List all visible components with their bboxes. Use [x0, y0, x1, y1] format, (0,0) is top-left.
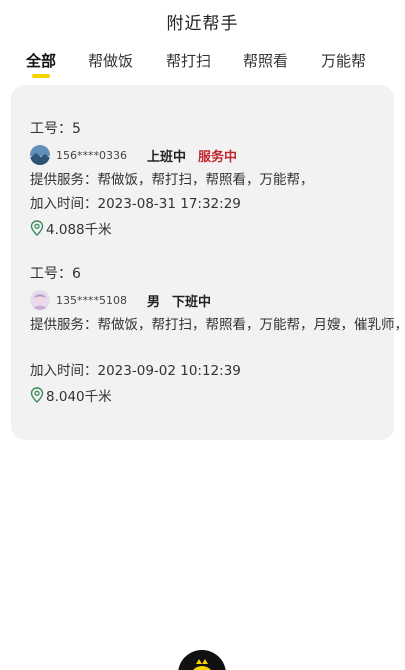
distance-row: 4.088千米: [30, 217, 112, 239]
tab-all[interactable]: 全部: [26, 50, 57, 78]
tab-label: 帮打扫: [166, 52, 212, 70]
services-text: 提供服务：帮做饭，帮打扫，帮照看，万能帮，: [30, 172, 314, 188]
gender: 男: [147, 294, 161, 310]
active-tab-indicator: [32, 74, 50, 78]
top-bar: 附近帮手: [0, 0, 405, 42]
distance-value: 8.040千米: [46, 389, 112, 405]
worker-info-row: 135****5108 男 下班中: [30, 290, 223, 310]
service-status: 服务中: [198, 149, 238, 165]
category-tabs: 全部 帮做饭 帮打扫 帮照看 万能帮: [0, 50, 405, 80]
work-status: 上班中: [147, 149, 187, 165]
tab-cleaning[interactable]: 帮打扫: [166, 50, 211, 72]
tab-label: 全部: [26, 52, 57, 70]
page-title: 附近帮手: [166, 13, 239, 34]
avatar: [30, 145, 50, 165]
avatar: [30, 290, 50, 310]
work-status: 下班中: [172, 294, 212, 310]
join-time: 加入时间：2023-09-02 10:12:39: [30, 363, 241, 379]
phone-number: 135****5108: [56, 293, 127, 307]
tab-caring[interactable]: 帮照看: [243, 50, 288, 72]
tab-label: 帮照看: [243, 52, 289, 70]
tab-label: 帮做饭: [88, 52, 134, 70]
services-text: 提供服务：帮做饭，帮打扫，帮照看，万能帮，月嫂，催乳师，: [30, 317, 405, 333]
tab-label: 万能帮: [321, 52, 367, 70]
distance-value: 4.088千米: [46, 222, 112, 238]
tab-cooking[interactable]: 帮做饭: [88, 50, 133, 72]
worker-id: 工号：6: [30, 266, 81, 282]
location-pin-icon: [30, 387, 44, 403]
distance-row: 8.040千米: [30, 384, 112, 406]
worker-id: 工号：5: [30, 121, 81, 137]
helper-list-card: 工号：5 156****0336 上班中 服务中 提供服务：帮做饭，帮打扫，帮照…: [11, 85, 405, 440]
center-action-button[interactable]: [178, 650, 226, 670]
tab-universal[interactable]: 万能帮: [321, 50, 366, 72]
location-pin-icon: [30, 220, 44, 236]
phone-number: 156****0336: [56, 148, 127, 162]
mascot-icon: [178, 650, 226, 670]
join-time: 加入时间：2023-08-31 17:32:29: [30, 196, 241, 212]
worker-info-row: 156****0336 上班中 服务中: [30, 145, 237, 165]
